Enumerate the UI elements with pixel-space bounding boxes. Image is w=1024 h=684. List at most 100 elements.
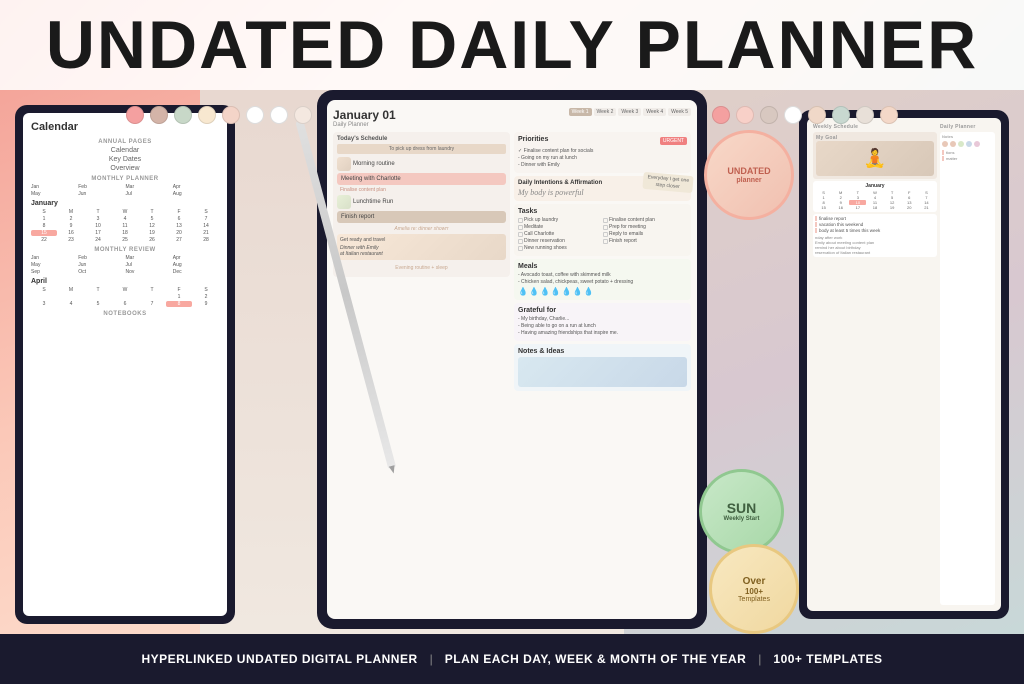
water-tracker: 💧 💧 💧 💧 💧 💧 💧: [518, 287, 687, 296]
schedule-title: Today's Schedule: [337, 136, 506, 142]
dot-r3: [760, 106, 778, 124]
reminder-bar: To pick up dress from laundry: [337, 144, 506, 154]
task-r2: Prep for meeting: [603, 224, 687, 230]
r-day-entries: finalise report vacation this weekend bo…: [813, 214, 937, 257]
sun-badge-day: SUN: [727, 500, 757, 516]
content-plan-note: Finalise content plan: [337, 187, 506, 193]
r-mood-tracker: [942, 141, 993, 147]
notebooks-section: NOTEBOOKS: [31, 311, 219, 317]
dot-8: [294, 106, 312, 124]
task-1: Pick up laundry: [518, 217, 602, 223]
center-tablet: January 01 Daily Planner Week 1 Week 2 W…: [317, 90, 707, 629]
right-col-2: Daily Planner Notes tions: [940, 124, 995, 605]
task-3: Call Charlotte: [518, 231, 602, 237]
dot-5: [222, 106, 240, 124]
meals-title: Meals: [518, 263, 687, 270]
tasks-title: Tasks: [518, 208, 687, 215]
calendar-nav: Calendar Key Dates Overview: [31, 147, 219, 172]
morning-routine-img: [337, 157, 351, 171]
undated-badge-line2: planner: [736, 177, 761, 184]
dot-7: [270, 106, 288, 124]
dots-left: [126, 106, 312, 124]
april-mini-calendar: April SMTWTFS 12 3456789: [31, 278, 219, 307]
color-dots-row: [0, 100, 1024, 130]
mood-dot-5: [974, 141, 980, 147]
finish-report-event: Finish report: [337, 211, 506, 223]
mood-dot-3: [958, 141, 964, 147]
run-img: [337, 195, 351, 209]
mood-dot-2: [950, 141, 956, 147]
sun-badge-text: Weekly Start: [724, 516, 760, 523]
evening-routine: Evening routine + sleep: [337, 263, 506, 273]
task-r1: Finalise content plan: [603, 217, 687, 223]
schedule-box: Today's Schedule To pick up dress from l…: [333, 132, 510, 277]
r-day-entry-1: finalise report: [815, 216, 935, 221]
templates-badge-count: 100+: [745, 587, 763, 596]
templates-badge-over: Over: [743, 576, 766, 587]
dot-3: [174, 106, 192, 124]
morning-routine-text: Morning routine: [353, 161, 395, 167]
r-day-entry-3: body at least 5 times this week: [815, 228, 935, 233]
planner-right-col: Priorities URGENT ✓ Finalise content pla…: [514, 132, 691, 605]
r-goal-box: My Goal 🧘: [813, 132, 937, 179]
grateful-2: - Being able to go on a run at lunch: [518, 323, 687, 329]
run-text: Lunchtime Run: [353, 199, 393, 205]
dot-r2: [736, 106, 754, 124]
undated-badge: UNDATED planner: [704, 130, 794, 220]
footer-part1: HYPERLINKED UNDATED DIGITAL PLANNER: [141, 652, 417, 666]
notes-title: Notes & Ideas: [518, 348, 687, 355]
grateful-box: Grateful for - My birthday, Charlie... -…: [514, 303, 691, 341]
notes-box: Notes & Ideas: [514, 344, 691, 391]
task-r3: Reply to emails: [603, 231, 687, 237]
priorities-box: Priorities URGENT ✓ Finalise content pla…: [514, 132, 691, 173]
left-tablet: Calendar ANNUAL PAGES Calendar Key Dates…: [15, 105, 235, 624]
dot-4: [198, 106, 216, 124]
left-tablet-screen: Calendar ANNUAL PAGES Calendar Key Dates…: [23, 113, 227, 616]
water-drop-2: 💧: [529, 287, 539, 296]
title-section: UNDATED DAILY PLANNER: [0, 0, 1024, 90]
annual-section: ANNUAL PAGES: [31, 139, 219, 145]
tasks-box: Tasks Pick up laundry Meditate Call Char…: [514, 204, 691, 256]
notes-image: [518, 357, 687, 387]
r-day-entry-2: vacation this weekend: [815, 222, 935, 227]
schedule-item-1: Morning routine: [337, 157, 506, 171]
january-mini-calendar: January SMTWTFS 1234567 891011121314 151…: [31, 200, 219, 243]
right-col-1: Weekly Schedule My Goal 🧘 January SMTWTF…: [813, 124, 937, 605]
tasks-col-left: Pick up laundry Meditate Call Charlotte …: [518, 217, 602, 252]
dot-2: [150, 106, 168, 124]
priority-1: ✓ Finalise content plan for socials: [518, 148, 687, 154]
dot-r5: [808, 106, 826, 124]
dot-6: [246, 106, 264, 124]
grateful-1: - My birthday, Charlie...: [518, 316, 687, 322]
schedule-item-dinner: Get ready and travel Dinner with Emily a…: [337, 234, 506, 260]
water-drop-6: 💧: [573, 287, 583, 296]
meal-2: - Chicken salad, chickpeas, sweet potato…: [518, 279, 687, 285]
water-drop-5: 💧: [562, 287, 572, 296]
main-title: UNDATED DAILY PLANNER: [46, 6, 978, 84]
task-r4: Finish report: [603, 238, 687, 244]
dots-right: [712, 106, 898, 124]
dot-r6: [832, 106, 850, 124]
water-drop-4: 💧: [551, 287, 561, 296]
templates-badge: Over 100+ Templates: [709, 544, 799, 634]
center-tablet-screen: January 01 Daily Planner Week 1 Week 2 W…: [327, 100, 697, 619]
dinner-item: Get ready and travel Dinner with Emily a…: [337, 234, 506, 260]
monthly-review-section: MONTHLY REVIEW: [31, 247, 219, 253]
tasks-grid: Pick up laundry Meditate Call Charlotte …: [518, 217, 687, 252]
task-5: New running shoes: [518, 245, 602, 251]
meals-box: Meals - Avocado toast, coffee with skimm…: [514, 259, 691, 300]
meal-1: - Avocado toast, coffee with skimmed mil…: [518, 272, 687, 278]
footer-sep1: |: [430, 652, 433, 666]
priorities-title: Priorities: [518, 136, 548, 143]
footer-sep2: |: [758, 652, 761, 666]
right-tablet-screen: Weekly Schedule My Goal 🧘 January SMTWTF…: [807, 118, 1001, 611]
footer-part2: PLAN EACH DAY, WEEK & MONTH OF THE YEAR: [445, 652, 747, 666]
priority-2: - Going on my run at lunch: [518, 155, 687, 161]
r-mini-calendar: January SMTWTFS 1234567 891011121314 151…: [813, 181, 937, 212]
undated-badge-line1: UNDATED: [727, 166, 770, 177]
mood-dot-1: [942, 141, 948, 147]
devices-area: Calendar ANNUAL PAGES Calendar Key Dates…: [0, 90, 1024, 634]
tasks-col-right: Finalise content plan Prep for meeting R…: [603, 217, 687, 252]
footer-part3: 100+ TEMPLATES: [773, 652, 882, 666]
main-container: UNDATED DAILY PLANNER: [0, 0, 1024, 684]
